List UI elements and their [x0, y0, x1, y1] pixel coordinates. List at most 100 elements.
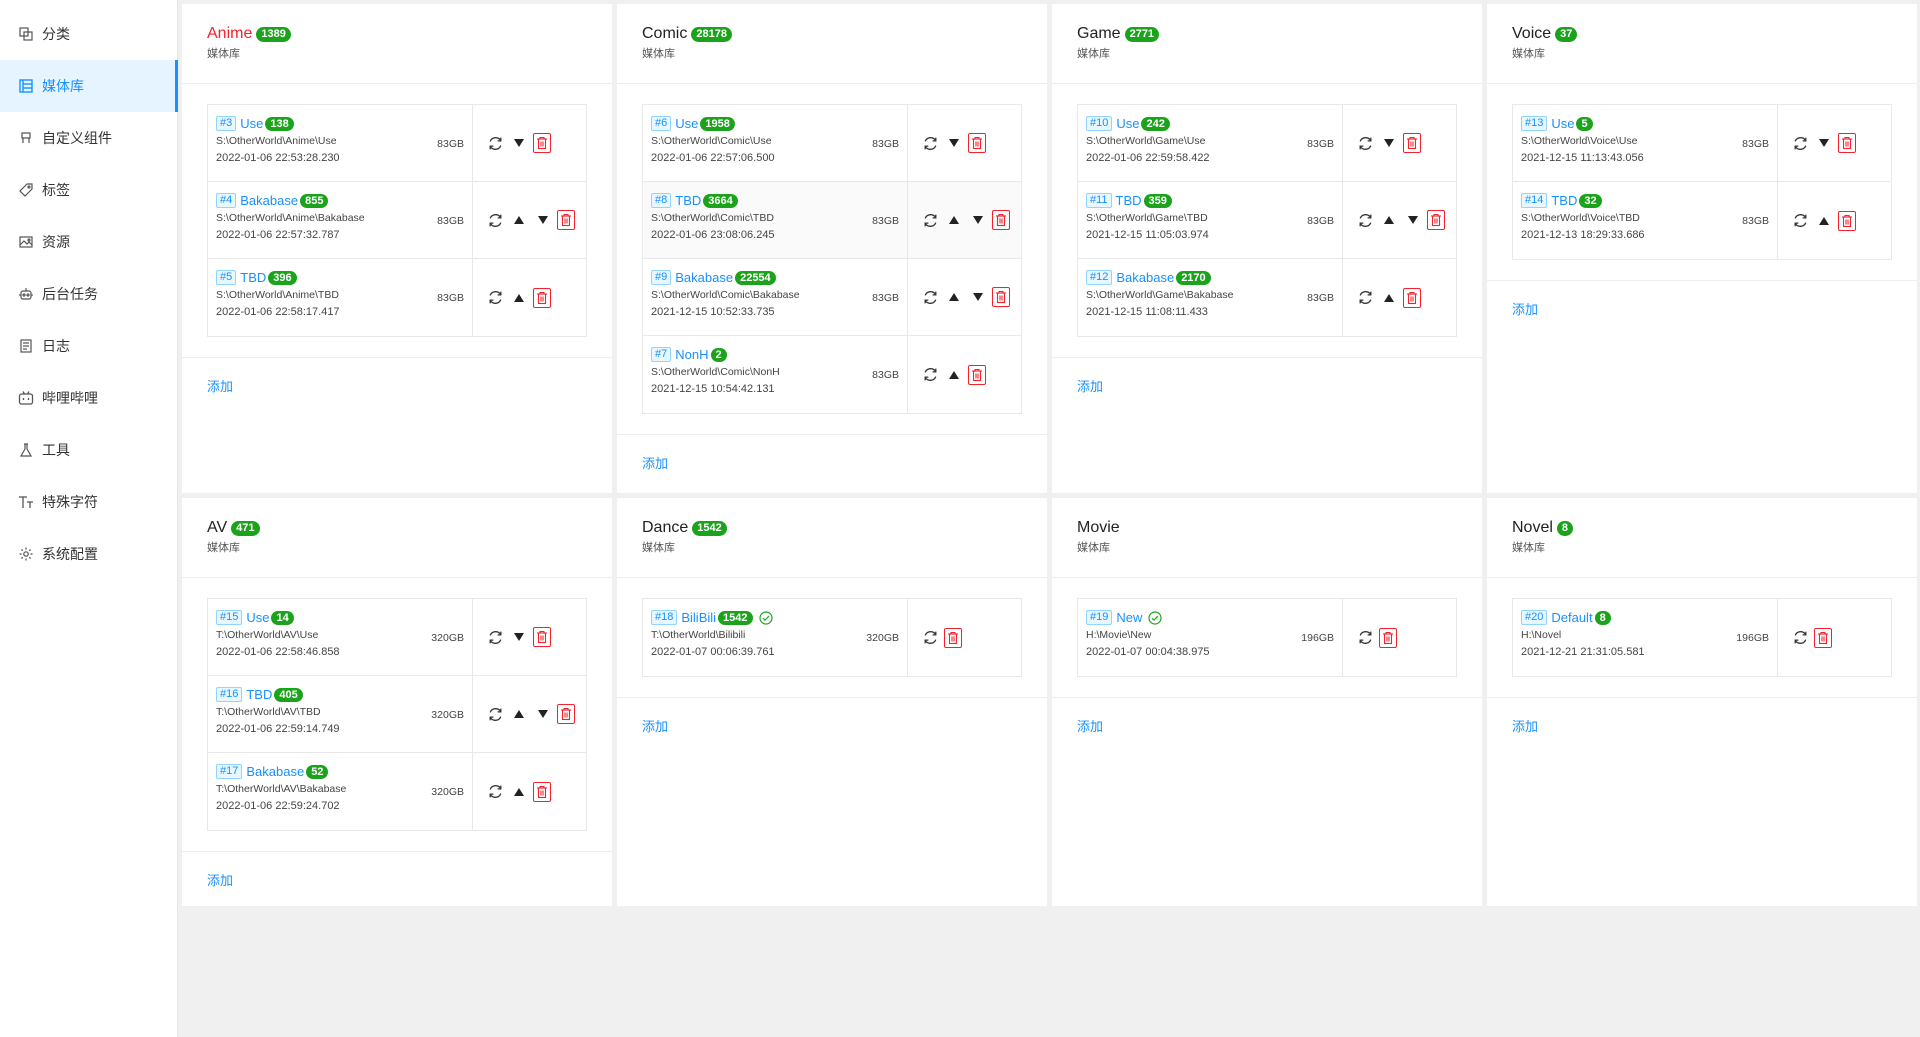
add-library-link[interactable]: 添加: [1077, 376, 1103, 395]
sync-icon[interactable]: [485, 133, 505, 153]
add-library-link[interactable]: 添加: [642, 716, 668, 735]
delete-icon[interactable]: [1838, 210, 1856, 231]
sidebar-item-9[interactable]: 特殊字符: [0, 476, 177, 528]
delete-icon[interactable]: [944, 627, 962, 648]
library-name-link[interactable]: Use: [1551, 116, 1574, 131]
move-up-icon[interactable]: [509, 288, 529, 308]
add-library-link[interactable]: 添加: [1512, 716, 1538, 735]
sync-icon[interactable]: [485, 288, 505, 308]
library-name-link[interactable]: New: [1116, 610, 1142, 625]
sync-icon[interactable]: [485, 704, 505, 724]
library-count-badge: 242: [1141, 116, 1170, 131]
move-down-icon[interactable]: [533, 210, 553, 230]
move-up-icon[interactable]: [944, 287, 964, 307]
library-path: T:\OtherWorld\AV\TBD: [216, 706, 321, 718]
delete-icon[interactable]: [968, 364, 986, 385]
library-name-link[interactable]: TBD: [246, 687, 272, 702]
library-name-link[interactable]: Bakabase: [1116, 270, 1174, 285]
move-up-icon[interactable]: [1814, 211, 1834, 231]
sync-icon[interactable]: [1790, 133, 1810, 153]
delete-icon[interactable]: [1838, 133, 1856, 153]
sidebar-item-3[interactable]: 标签: [0, 164, 177, 216]
sidebar-item-6[interactable]: 日志: [0, 320, 177, 372]
sync-icon[interactable]: [485, 627, 505, 647]
library-actions: [473, 182, 586, 258]
add-library-link[interactable]: 添加: [207, 870, 233, 889]
delete-icon[interactable]: [557, 210, 575, 230]
library-name-link[interactable]: TBD: [1116, 193, 1142, 208]
move-down-icon[interactable]: [533, 704, 553, 724]
move-down-icon[interactable]: [968, 287, 988, 307]
library-name-link[interactable]: TBD: [675, 193, 701, 208]
delete-icon[interactable]: [533, 133, 551, 153]
library-name-link[interactable]: Use: [1116, 116, 1139, 131]
move-up-icon[interactable]: [509, 704, 529, 724]
sync-icon[interactable]: [1790, 628, 1810, 648]
sidebar-item-7[interactable]: 哔哩哔哩: [0, 372, 177, 424]
sidebar-item-5[interactable]: 后台任务: [0, 268, 177, 320]
sidebar-item-4[interactable]: 资源: [0, 216, 177, 268]
library-name-link[interactable]: NonH: [675, 347, 708, 362]
sync-icon[interactable]: [920, 133, 940, 153]
add-library-link[interactable]: 添加: [207, 376, 233, 395]
sync-icon[interactable]: [1355, 288, 1375, 308]
library-name-link[interactable]: Bakabase: [240, 193, 298, 208]
library-name-link[interactable]: Default: [1551, 610, 1592, 625]
move-down-icon[interactable]: [1379, 133, 1399, 153]
delete-icon[interactable]: [992, 210, 1010, 230]
sync-icon[interactable]: [1355, 133, 1375, 153]
delete-icon[interactable]: [533, 627, 551, 647]
library-name-link[interactable]: Bakabase: [246, 764, 304, 779]
move-down-icon[interactable]: [1403, 210, 1423, 230]
delete-icon[interactable]: [533, 781, 551, 802]
sidebar-item-2[interactable]: 自定义组件: [0, 112, 177, 164]
move-up-icon[interactable]: [509, 210, 529, 230]
move-down-icon[interactable]: [509, 133, 529, 153]
library-info: #14 TBD 32 S:\OtherWorld\Voice\TBD 83GB 2021-…: [1513, 182, 1778, 259]
move-down-icon[interactable]: [1814, 133, 1834, 153]
library-name-link[interactable]: TBD: [240, 270, 266, 285]
sync-icon[interactable]: [1790, 211, 1810, 231]
library-name-link[interactable]: BiliBili: [681, 610, 716, 625]
add-library-link[interactable]: 添加: [1077, 716, 1103, 735]
move-down-icon[interactable]: [944, 133, 964, 153]
delete-icon[interactable]: [992, 287, 1010, 307]
sync-icon[interactable]: [485, 210, 505, 230]
sync-icon[interactable]: [485, 782, 505, 802]
library-name-link[interactable]: Use: [246, 610, 269, 625]
sync-icon[interactable]: [920, 287, 940, 307]
move-up-icon[interactable]: [944, 210, 964, 230]
sync-icon[interactable]: [1355, 210, 1375, 230]
delete-icon[interactable]: [1403, 287, 1421, 308]
move-up-icon[interactable]: [1379, 288, 1399, 308]
library-name-link[interactable]: Use: [240, 116, 263, 131]
move-down-icon[interactable]: [509, 627, 529, 647]
move-down-icon[interactable]: [968, 210, 988, 230]
library-path: S:\OtherWorld\Voice\TBD: [1521, 212, 1640, 224]
library-name-link[interactable]: Use: [675, 116, 698, 131]
sync-icon[interactable]: [920, 628, 940, 648]
move-up-icon[interactable]: [1379, 210, 1399, 230]
library-name-link[interactable]: TBD: [1551, 193, 1577, 208]
delete-icon[interactable]: [1427, 210, 1445, 230]
delete-icon[interactable]: [968, 133, 986, 153]
move-up-icon[interactable]: [944, 365, 964, 385]
sidebar-item-10[interactable]: 系统配置: [0, 528, 177, 580]
library-row: #5 TBD 396 S:\OtherWorld\Anime\TBD 83GB 2022-…: [208, 259, 586, 336]
add-library-link[interactable]: 添加: [642, 453, 668, 472]
delete-icon[interactable]: [1379, 627, 1397, 648]
sync-icon[interactable]: [1355, 628, 1375, 648]
add-library-link[interactable]: 添加: [1512, 299, 1538, 318]
delete-icon[interactable]: [1814, 627, 1832, 648]
sidebar-item-8[interactable]: 工具: [0, 424, 177, 476]
card-body: #20 Default 8 H:\Novel 196GB 2021-12-21 21:31…: [1487, 578, 1917, 698]
sync-icon[interactable]: [920, 365, 940, 385]
sync-icon[interactable]: [920, 210, 940, 230]
move-up-icon[interactable]: [509, 782, 529, 802]
delete-icon[interactable]: [533, 287, 551, 308]
delete-icon[interactable]: [557, 704, 575, 724]
library-name-link[interactable]: Bakabase: [675, 270, 733, 285]
sidebar-item-0[interactable]: 分类: [0, 8, 177, 60]
delete-icon[interactable]: [1403, 133, 1421, 153]
sidebar-item-1[interactable]: 媒体库: [0, 60, 178, 112]
